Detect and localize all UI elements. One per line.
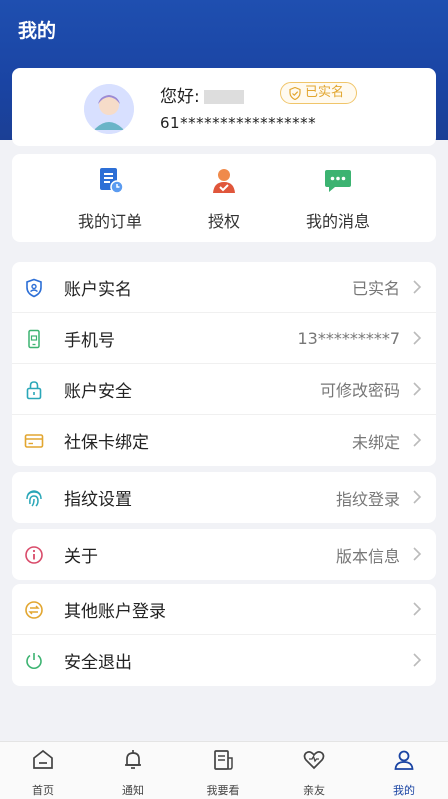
my-messages-button[interactable]: 我的消息 (278, 166, 398, 232)
power-icon (26, 653, 42, 669)
tab-home[interactable]: 首页 (13, 748, 73, 798)
row-fingerprint[interactable]: 指纹设置 指纹登录 (12, 472, 436, 523)
chevron-right-icon (413, 490, 422, 504)
chevron-right-icon (413, 280, 422, 294)
profile-phone: 61***************** (160, 114, 317, 132)
chevron-right-icon (413, 331, 422, 345)
row-social-card-value: 未绑定 (351, 432, 400, 452)
fingerprint-icon (26, 490, 42, 507)
info-icon (25, 546, 43, 564)
chevron-right-icon (413, 433, 422, 447)
tab-watch-label: 我要看 (206, 784, 240, 797)
home-icon (33, 749, 53, 769)
row-phone-value: 13*********7 (297, 328, 400, 348)
about-group: 关于 版本信息 (12, 529, 436, 580)
row-phone[interactable]: 手机号 13*********7 (12, 313, 436, 364)
fingerprint-group: 指纹设置 指纹登录 (12, 472, 436, 523)
row-about-value: 版本信息 (335, 546, 400, 566)
tab-notice[interactable]: 通知 (103, 748, 163, 798)
my-orders-button[interactable]: 我的订单 (50, 166, 170, 232)
row-account-security-label: 账户安全 (64, 381, 132, 402)
authorize-icon (213, 169, 235, 193)
row-about[interactable]: 关于 版本信息 (12, 529, 436, 580)
tab-mine-label: 我的 (393, 784, 415, 797)
tab-notice-label: 通知 (122, 784, 144, 797)
account-settings-group: 账户实名 已实名 手机号 13*********7 账户安全 可修改密码 社保卡… (12, 262, 436, 466)
id-shield-icon (26, 278, 42, 298)
tab-mine[interactable]: 我的 (374, 748, 434, 798)
verified-badge-label: 已实名 (305, 85, 345, 100)
masked-name (203, 90, 244, 104)
profile-card[interactable]: 您好: 已实名 61***************** (12, 68, 436, 146)
row-other-login[interactable]: 其他账户登录 (12, 584, 436, 635)
row-real-name-value: 已实名 (351, 279, 400, 298)
chevron-right-icon (413, 602, 422, 616)
authorize-label: 授权 (207, 212, 240, 231)
document-icon (214, 750, 233, 770)
row-other-login-label: 其他账户登录 (64, 601, 166, 622)
account-exit-group: 其他账户登录 安全退出 (12, 584, 436, 686)
user-icon (394, 750, 414, 770)
authorize-button[interactable]: 授权 (164, 166, 284, 232)
avatar[interactable] (84, 84, 134, 134)
switch-account-icon (25, 601, 43, 619)
quick-actions: 我的订单 授权 我的消息 (12, 154, 436, 242)
row-about-label: 关于 (64, 547, 98, 567)
row-logout-label: 安全退出 (64, 653, 132, 673)
chevron-right-icon (413, 382, 422, 396)
row-social-card[interactable]: 社保卡绑定 未绑定 (12, 415, 436, 466)
greeting-text: 您好: (160, 87, 200, 107)
greeting: 您好: (160, 82, 244, 107)
chevron-right-icon (413, 547, 422, 561)
tab-family[interactable]: 亲友 (284, 748, 344, 798)
my-orders-label: 我的订单 (77, 212, 142, 231)
tab-family-label: 亲友 (303, 784, 325, 797)
row-logout[interactable]: 安全退出 (12, 635, 436, 686)
card-icon (24, 434, 44, 448)
chevron-right-icon (413, 653, 422, 667)
tab-home-label: 首页 (32, 784, 54, 797)
row-social-card-label: 社保卡绑定 (64, 433, 149, 453)
row-fingerprint-label: 指纹设置 (64, 490, 132, 510)
phone-icon (28, 329, 40, 349)
bell-icon (125, 750, 141, 769)
row-fingerprint-value: 指纹登录 (335, 489, 400, 509)
lock-icon (26, 381, 42, 400)
row-account-security-value: 可修改密码 (319, 381, 400, 400)
page-title: 我的 (18, 20, 57, 42)
bottom-tab-bar: 首页 通知 我要看 亲友 我的 (0, 741, 448, 799)
row-real-name-label: 账户实名 (64, 279, 132, 300)
shield-check-icon (289, 86, 301, 100)
my-messages-label: 我的消息 (305, 212, 370, 231)
verified-badge: 已实名 (280, 82, 358, 104)
order-icon (100, 168, 124, 194)
row-phone-label: 手机号 (64, 330, 115, 351)
tab-watch[interactable]: 我要看 (193, 748, 253, 798)
row-account-security[interactable]: 账户安全 可修改密码 (12, 364, 436, 415)
row-real-name[interactable]: 账户实名 已实名 (12, 262, 436, 313)
message-icon (325, 170, 351, 192)
heart-icon (303, 751, 325, 770)
